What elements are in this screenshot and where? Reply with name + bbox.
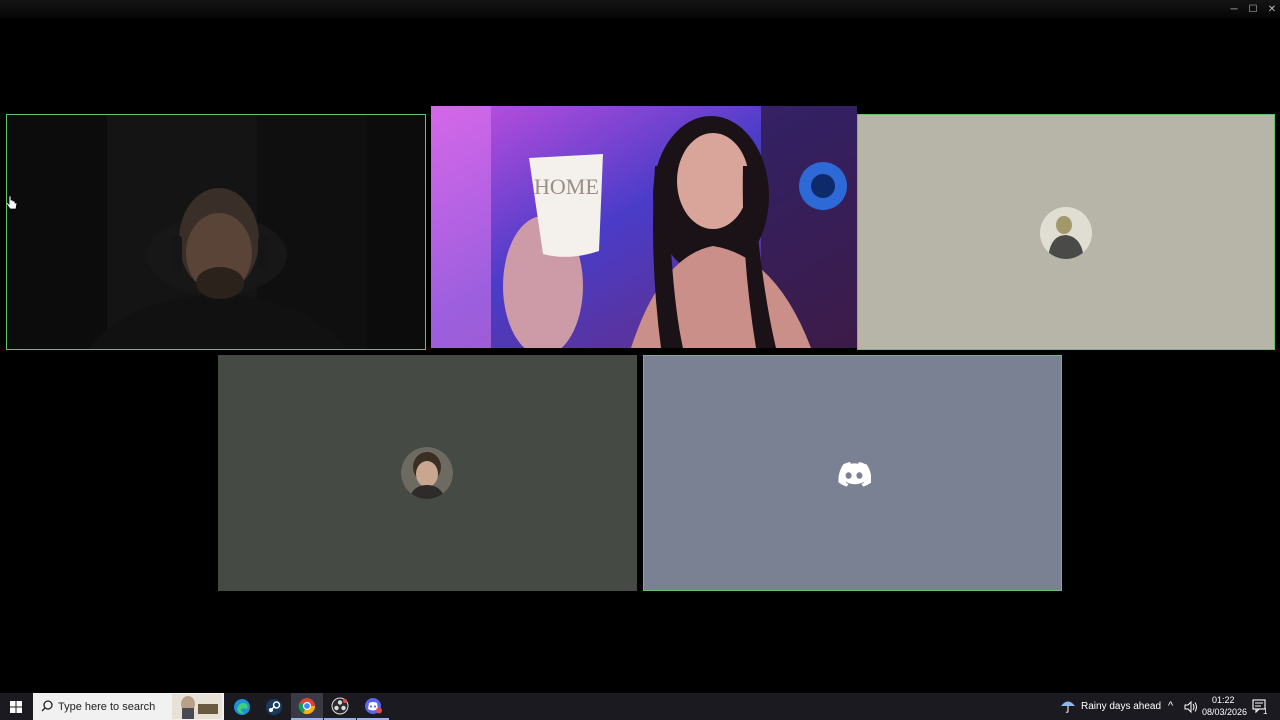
chrome-icon[interactable] xyxy=(291,693,323,720)
participant-tile-1[interactable] xyxy=(6,114,426,350)
maximize-button[interactable]: ☐ xyxy=(1244,0,1262,18)
taskbar: Type here to search Rainy days ahead ^ 0… xyxy=(0,693,1280,720)
search-input[interactable]: Type here to search xyxy=(33,693,224,720)
search-placeholder: Type here to search xyxy=(58,701,156,713)
participant-avatar xyxy=(1040,207,1092,259)
windows-icon xyxy=(10,700,22,713)
notification-count: 1 xyxy=(1263,707,1268,716)
search-highlight-icon[interactable] xyxy=(172,694,222,719)
discord-icon[interactable] xyxy=(357,693,389,720)
clock-date[interactable]: 08/03/2026 xyxy=(1202,707,1247,717)
participant-tile-5[interactable] xyxy=(643,355,1062,591)
participant-tile-3[interactable] xyxy=(857,114,1275,350)
clock-time[interactable]: 01:22 xyxy=(1212,695,1235,705)
participant-video: HOME xyxy=(431,106,857,348)
mug-text: HOME xyxy=(534,174,599,199)
volume-icon[interactable] xyxy=(1184,700,1198,714)
chevron-up-icon[interactable]: ^ xyxy=(1168,700,1173,712)
start-button[interactable] xyxy=(0,693,32,720)
window-titlebar: ─ ☐ ✕ xyxy=(0,0,1280,18)
minimize-button[interactable]: ─ xyxy=(1225,0,1243,18)
weather-umbrella-icon[interactable] xyxy=(1060,699,1076,713)
search-icon xyxy=(41,700,53,712)
participant-avatar xyxy=(401,447,453,499)
participant-tile-4[interactable] xyxy=(218,355,637,591)
edge-icon[interactable] xyxy=(226,693,258,720)
participant-video xyxy=(7,115,425,349)
hand-cursor-icon xyxy=(7,195,19,211)
obs-icon[interactable] xyxy=(324,693,356,720)
discord-logo-icon xyxy=(837,462,872,488)
steam-icon[interactable] xyxy=(258,693,290,720)
participant-tile-2[interactable]: HOME xyxy=(431,106,857,348)
weather-text[interactable]: Rainy days ahead xyxy=(1081,701,1161,712)
close-button[interactable]: ✕ xyxy=(1263,0,1280,18)
